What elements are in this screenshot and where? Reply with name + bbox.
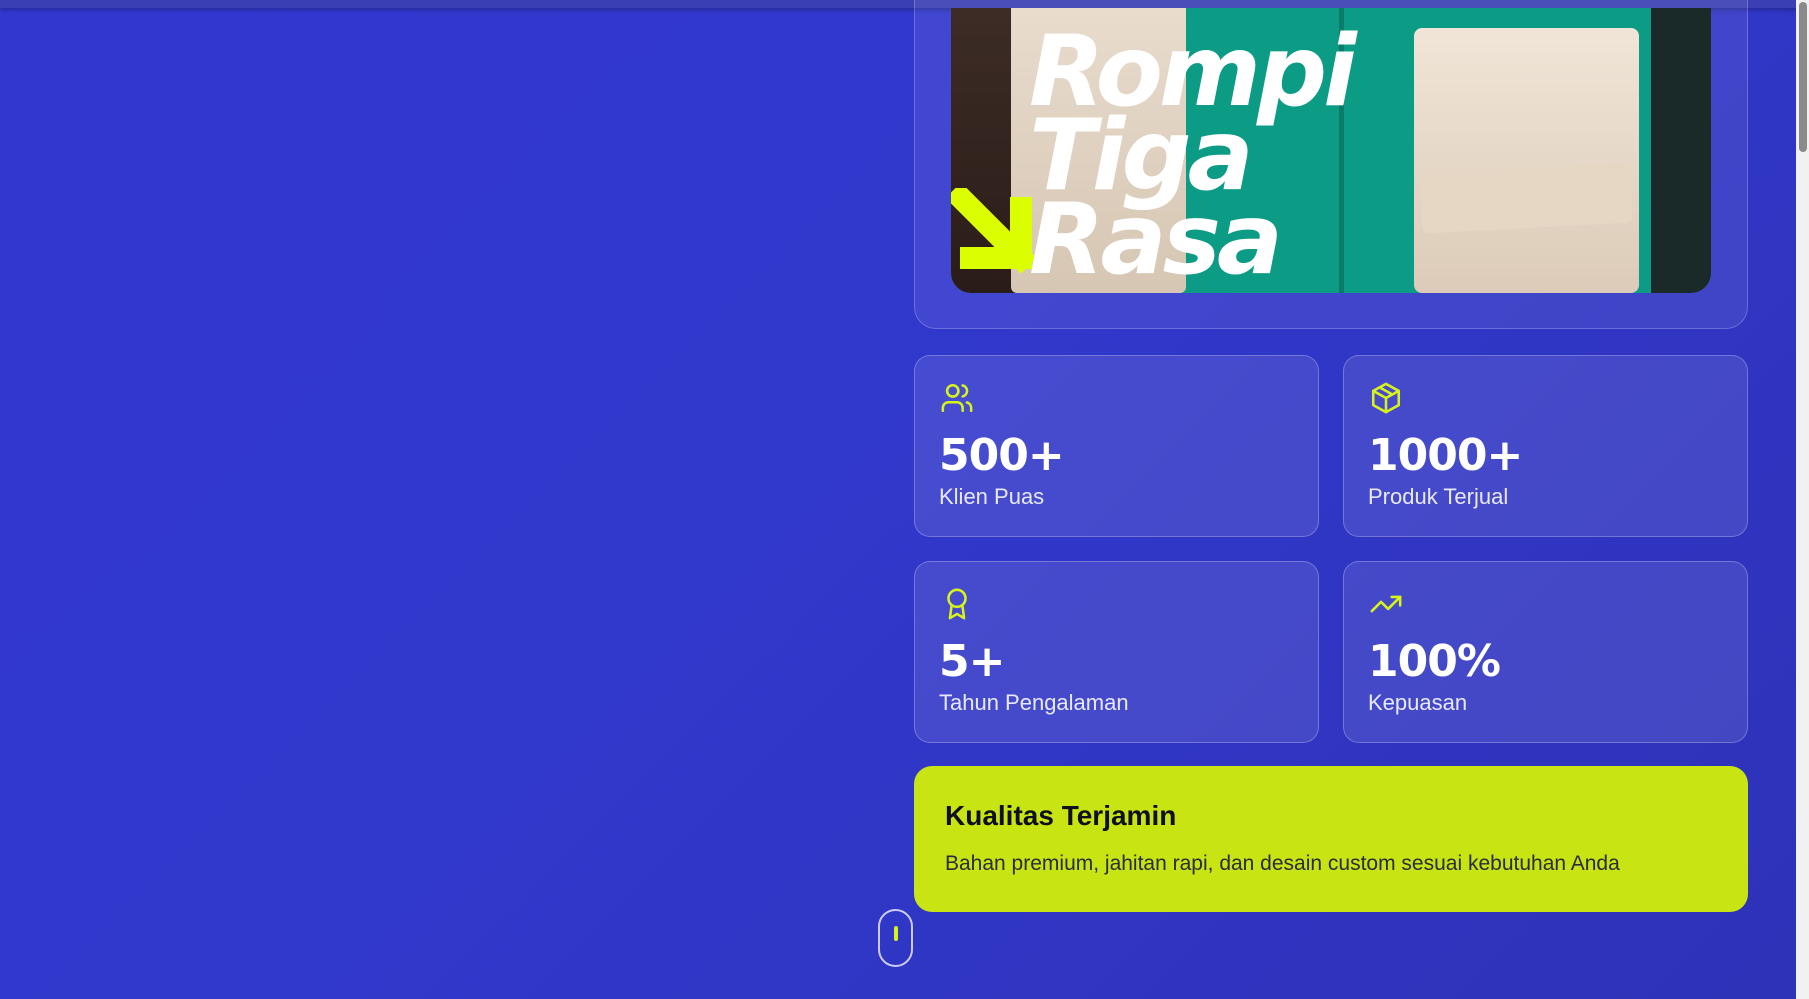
- product-photo: Rompi Tiga Rasa: [951, 8, 1711, 293]
- stat-card-experience: 5+ Tahun Pengalaman: [914, 561, 1319, 743]
- product-title-overlay: Rompi Tiga Rasa: [1029, 23, 1357, 293]
- stat-card-products: 1000+ Produk Terjual: [1343, 355, 1748, 537]
- stat-label: Kepuasan: [1368, 690, 1468, 715]
- quality-title: Kualitas Terjamin: [945, 800, 1177, 831]
- stat-card-clients: 500+ Klien Puas: [914, 355, 1319, 537]
- quality-description: Bahan premium, jahitan rapi, dan desain …: [945, 852, 1620, 875]
- scrollbar-thumb[interactable]: [1799, 2, 1807, 152]
- stat-card-satisfaction: 100% Kepuasan: [1343, 561, 1748, 743]
- stat-value: 100%: [1368, 636, 1501, 687]
- award-icon: [947, 588, 967, 620]
- trending-up-icon: [1370, 595, 1402, 613]
- stat-label: Produk Terjual: [1368, 484, 1509, 509]
- stat-value: 500+: [939, 430, 1065, 481]
- stat-label: Tahun Pengalaman: [939, 690, 1129, 715]
- stat-value: 1000+: [1368, 430, 1523, 481]
- mouse-wheel: [894, 926, 898, 941]
- users-icon: [941, 383, 973, 413]
- page-scrollbar[interactable]: [1796, 0, 1809, 999]
- stat-value: 5+: [939, 636, 1005, 687]
- caption-line: Rasa: [1029, 183, 1283, 293]
- package-icon: [1371, 382, 1401, 414]
- quality-card: Kualitas Terjamin Bahan premium, jahitan…: [914, 766, 1748, 912]
- scroll-indicator-mouse-icon[interactable]: [878, 909, 913, 967]
- stat-label: Klien Puas: [939, 484, 1045, 509]
